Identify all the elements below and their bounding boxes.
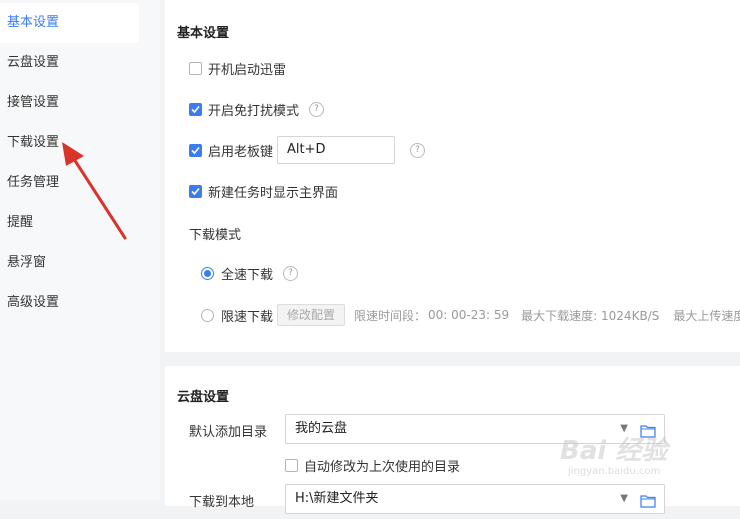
baidu-watermark: Bai 经验 jingyan.baidu.com bbox=[560, 430, 668, 477]
watermark-url: jingyan.baidu.com bbox=[568, 466, 661, 477]
annotation-arrow bbox=[62, 142, 127, 240]
watermark-brand: Bai 经验 bbox=[560, 436, 668, 466]
